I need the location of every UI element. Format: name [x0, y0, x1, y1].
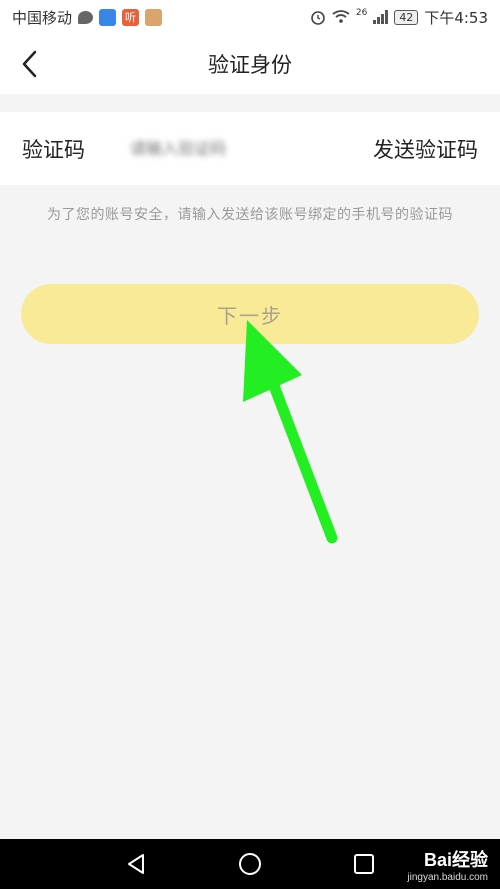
annotation-arrow-icon: [243, 320, 338, 544]
watermark-brand: Bai经验: [423, 850, 488, 870]
status-bar: 中国移动 听 26 42 下午4:53: [0, 0, 500, 34]
signal-icon: [373, 10, 389, 24]
back-triangle-icon[interactable]: [125, 853, 147, 875]
page-title: 验证身份: [208, 53, 292, 77]
alarm-icon: [311, 11, 325, 25]
news-app-icon: 听: [122, 8, 140, 26]
carrier-name: 中国移动: [12, 8, 73, 27]
nav-bar: 验证身份: [0, 34, 500, 94]
network-type: 26: [355, 8, 368, 18]
code-input[interactable]: [130, 139, 373, 158]
code-label: 验证码: [22, 137, 85, 162]
status-left: 中国移动 听: [12, 7, 163, 28]
watermark-site: jingyan.baidu.com: [407, 872, 488, 883]
wifi-icon: [332, 10, 350, 23]
shield-app-icon: [99, 8, 117, 26]
status-right: 26 42 下午4:53: [310, 7, 488, 28]
send-code-button[interactable]: 发送验证码: [373, 134, 478, 164]
verification-code-row: 验证码 发送验证码: [0, 112, 500, 185]
back-button[interactable]: [10, 44, 50, 84]
photo-app-icon: [145, 8, 163, 26]
battery-icon: 42: [394, 9, 419, 25]
baidu-watermark: Bai经验 jingyan.baidu.com: [407, 846, 488, 883]
message-icon: [78, 10, 94, 24]
home-circle-icon[interactable]: [238, 852, 262, 876]
chevron-left-icon: [22, 50, 37, 78]
clock: 下午4:53: [424, 8, 488, 27]
security-hint: 为了您的账号安全，请输入发送给该账号绑定的手机号的验证码: [47, 207, 453, 223]
recent-apps-square-icon[interactable]: [353, 853, 375, 875]
